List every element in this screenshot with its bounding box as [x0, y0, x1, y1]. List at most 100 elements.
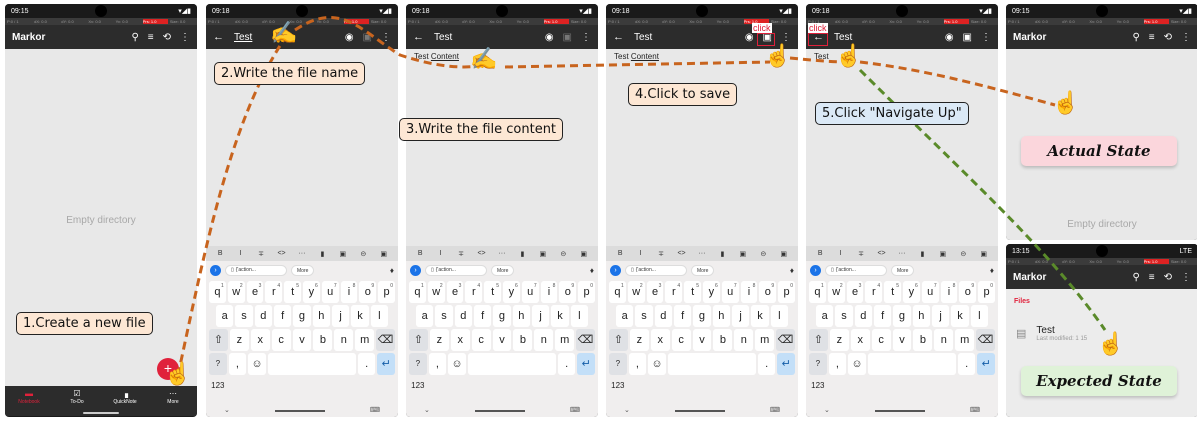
key-h[interactable]: h: [712, 305, 730, 327]
format-button[interactable]: ∓: [251, 250, 271, 258]
key-u[interactable]: u7: [521, 281, 539, 303]
emoji-key[interactable]: ☺: [848, 353, 866, 375]
expand-suggestions-icon[interactable]: ›: [610, 264, 621, 276]
key-j[interactable]: j: [531, 305, 550, 327]
editor-body[interactable]: Test Content: [406, 49, 598, 246]
period-key[interactable]: .: [957, 353, 976, 375]
key-d[interactable]: d: [454, 305, 472, 327]
overflow-menu-icon[interactable]: ⋮: [180, 32, 190, 43]
save-icon[interactable]: ▣: [563, 32, 572, 43]
microphone-icon[interactable]: ♦: [590, 266, 594, 275]
key-j[interactable]: j: [931, 305, 950, 327]
format-button[interactable]: ▮: [512, 250, 532, 258]
key-u[interactable]: u7: [921, 281, 939, 303]
key-u[interactable]: u7: [321, 281, 339, 303]
history-icon[interactable]: ⟲: [163, 32, 171, 43]
keyboard-switch-icon[interactable]: ⌨: [770, 406, 780, 414]
key-z[interactable]: z: [429, 329, 449, 351]
key-w[interactable]: w2: [227, 281, 245, 303]
key-i[interactable]: i8: [540, 281, 558, 303]
key-s[interactable]: s: [835, 305, 853, 327]
emoji-key[interactable]: ☺: [648, 353, 666, 375]
expand-suggestions-icon[interactable]: ›: [210, 264, 221, 276]
key-f[interactable]: f: [274, 305, 292, 327]
editor-body[interactable]: Test Content: [606, 49, 798, 246]
suggestion-chip[interactable]: ▯ {'action...: [425, 264, 487, 276]
overflow-menu-icon[interactable]: ⋮: [381, 32, 391, 43]
hide-keyboard-icon[interactable]: ⌄: [424, 406, 430, 414]
key-g[interactable]: g: [693, 305, 711, 327]
key-e[interactable]: e3: [246, 281, 264, 303]
search-icon[interactable]: ⚲: [131, 32, 138, 43]
format-button[interactable]: ▣: [774, 250, 794, 258]
format-button[interactable]: ∓: [851, 250, 871, 258]
keyboard-switch-icon[interactable]: ⌨: [570, 406, 580, 414]
editor-body[interactable]: Test: [806, 49, 998, 246]
key-l[interactable]: l: [770, 305, 788, 327]
suggestion-chip[interactable]: ▯ {'action...: [625, 264, 687, 276]
format-button[interactable]: ▣: [374, 250, 394, 258]
key-i[interactable]: i8: [740, 281, 758, 303]
key-y[interactable]: y6: [703, 281, 720, 303]
key-g[interactable]: g: [893, 305, 911, 327]
more-chip[interactable]: More: [491, 264, 515, 276]
comma-key[interactable]: ,: [828, 353, 847, 375]
comma-key[interactable]: ,: [228, 353, 247, 375]
key-n[interactable]: n: [934, 329, 954, 351]
hide-keyboard-icon[interactable]: ⌄: [224, 406, 230, 414]
key-h[interactable]: h: [912, 305, 930, 327]
key-s[interactable]: s: [435, 305, 453, 327]
key-a[interactable]: a: [216, 305, 234, 327]
keyboard-switch-icon[interactable]: ⌨: [970, 406, 980, 414]
format-button[interactable]: ···: [292, 250, 312, 257]
key-p[interactable]: p0: [378, 281, 395, 303]
key-r[interactable]: r4: [865, 281, 883, 303]
search-icon[interactable]: ⚲: [1132, 272, 1139, 283]
format-button[interactable]: ▮: [712, 250, 732, 258]
key-x[interactable]: x: [850, 329, 870, 351]
key-h[interactable]: h: [312, 305, 330, 327]
overflow-menu-icon[interactable]: ⋮: [1181, 272, 1191, 283]
format-button[interactable]: ···: [692, 250, 712, 257]
view-mode-icon[interactable]: ◉: [745, 32, 754, 43]
key-q[interactable]: q1: [609, 281, 626, 303]
key-t[interactable]: t5: [284, 281, 301, 303]
key-b[interactable]: b: [713, 329, 733, 351]
key-y[interactable]: y6: [503, 281, 520, 303]
format-button[interactable]: ▮: [912, 250, 932, 258]
key-c[interactable]: c: [671, 329, 691, 351]
key-j[interactable]: j: [331, 305, 350, 327]
key-y[interactable]: y6: [303, 281, 320, 303]
format-button[interactable]: B: [610, 250, 630, 257]
comma-key[interactable]: ,: [628, 353, 647, 375]
key-c[interactable]: c: [271, 329, 291, 351]
expand-suggestions-icon[interactable]: ›: [410, 264, 421, 276]
format-button[interactable]: B: [410, 250, 430, 257]
symbols-key[interactable]: ?123: [809, 353, 827, 390]
format-button[interactable]: I: [830, 250, 850, 257]
key-b[interactable]: b: [313, 329, 333, 351]
overflow-menu-icon[interactable]: ⋮: [581, 32, 591, 43]
format-button[interactable]: B: [810, 250, 830, 257]
key-q[interactable]: q1: [209, 281, 226, 303]
period-key[interactable]: .: [357, 353, 376, 375]
emoji-key[interactable]: ☺: [248, 353, 266, 375]
sort-icon[interactable]: ≡: [148, 32, 154, 43]
sort-icon[interactable]: ≡: [1149, 272, 1155, 283]
key-g[interactable]: g: [493, 305, 511, 327]
key-l[interactable]: l: [970, 305, 988, 327]
backspace-key[interactable]: ⌫: [976, 329, 996, 351]
suggestion-chip[interactable]: ▯ {'action...: [825, 264, 887, 276]
key-a[interactable]: a: [616, 305, 634, 327]
key-t[interactable]: t5: [484, 281, 501, 303]
key-f[interactable]: f: [874, 305, 892, 327]
key-m[interactable]: m: [355, 329, 375, 351]
key-c[interactable]: c: [871, 329, 891, 351]
more-chip[interactable]: More: [291, 264, 315, 276]
comma-key[interactable]: ,: [428, 353, 447, 375]
title-input[interactable]: Test: [434, 32, 536, 43]
key-g[interactable]: g: [293, 305, 311, 327]
key-x[interactable]: x: [250, 329, 270, 351]
key-i[interactable]: i8: [340, 281, 358, 303]
symbols-key[interactable]: ?123: [609, 353, 627, 390]
